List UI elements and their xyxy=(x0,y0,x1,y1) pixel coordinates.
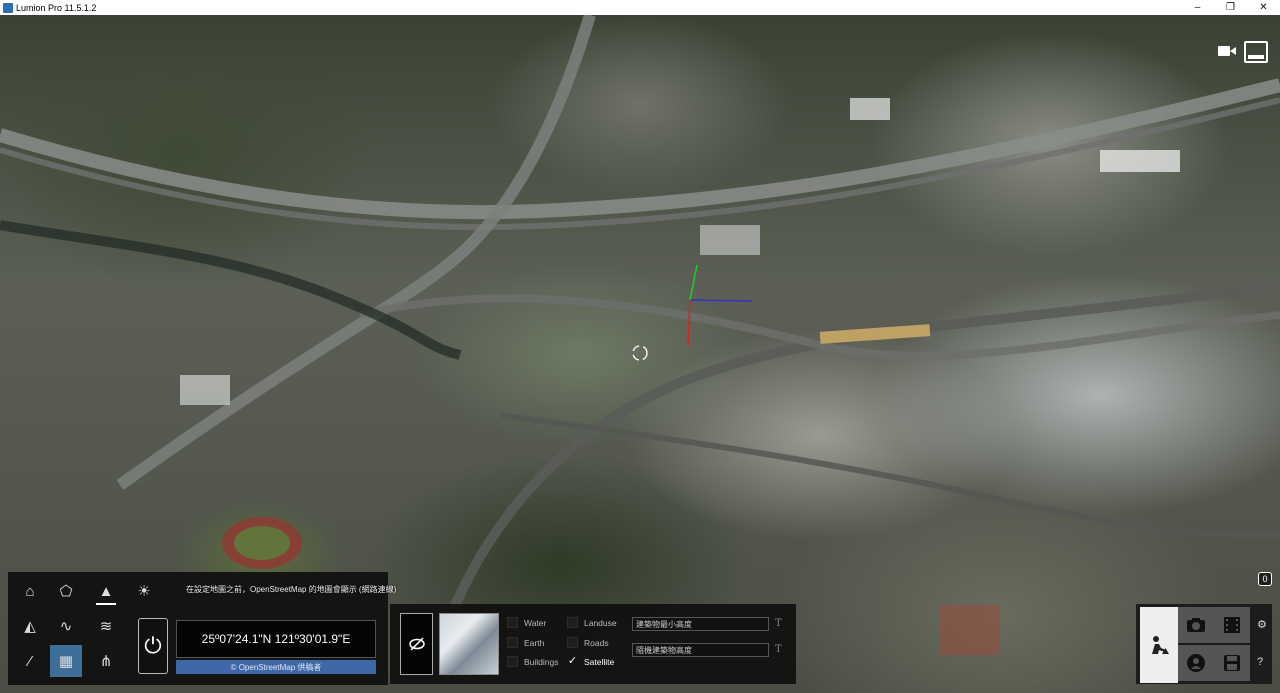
paint-icon[interactable]: ⬠ xyxy=(50,575,82,607)
window-titlebar: Lumion Pro 11.5.1.2 – ❐ ✕ xyxy=(0,0,1280,15)
text-icon[interactable]: T xyxy=(775,618,782,629)
brush-icon[interactable]: ⁄ xyxy=(14,645,46,677)
lumion-app-icon xyxy=(3,2,13,13)
layer-label: Water xyxy=(524,617,547,628)
layers-panel: Water Earth Buildings Landuse Roads ✓ Sat… xyxy=(390,604,796,684)
random-building-height-field[interactable]: 隨機建築物高度 xyxy=(632,643,769,657)
layer-landuse[interactable]: Landuse xyxy=(567,617,617,628)
water-wave-icon[interactable]: ∿ xyxy=(50,610,82,642)
coordinates-field[interactable]: 25º07'24.1"N 121º30'01.9"E xyxy=(176,620,376,658)
camera-icon xyxy=(1187,618,1205,632)
home-icon[interactable]: ⌂ xyxy=(14,575,46,607)
layer-label: Landuse xyxy=(584,617,617,628)
checkbox[interactable] xyxy=(507,656,518,667)
checkbox[interactable] xyxy=(567,637,578,648)
layer-label: Buildings xyxy=(524,656,559,667)
checkmark-icon[interactable]: ✓ xyxy=(567,656,578,667)
ocean-icon[interactable]: ≋ xyxy=(90,610,122,642)
layer-satellite[interactable]: ✓ Satellite xyxy=(567,656,614,667)
layer-label: Roads xyxy=(584,637,609,648)
layer-roads[interactable]: Roads xyxy=(567,637,609,648)
layer-label: Earth xyxy=(524,637,545,648)
openstreetmap-icon[interactable]: ▦ xyxy=(50,645,82,677)
mode-panel: ⚙ ? xyxy=(1136,604,1272,684)
close-button[interactable]: ✕ xyxy=(1247,0,1280,15)
build-mode-button[interactable] xyxy=(1140,607,1178,683)
sun-icon[interactable]: ☀ xyxy=(128,575,160,607)
360-panorama-icon xyxy=(1187,654,1205,672)
mountain-icon[interactable]: ▲ xyxy=(90,575,122,607)
movie-mode-button[interactable] xyxy=(1214,607,1250,643)
window-controls: – ❐ ✕ xyxy=(1181,0,1280,15)
layer-buildings[interactable]: Buildings xyxy=(507,656,559,667)
checkbox[interactable] xyxy=(507,637,518,648)
photo-mode-button[interactable] xyxy=(1178,607,1214,643)
landscape-panel: ⌂ ⬠ ▲ ☀ ◭ ∿ ≋ ⁄ ▦ ⋔ 在設定地圖之前，OpenStreetMa… xyxy=(8,572,396,685)
checkbox[interactable] xyxy=(567,617,578,628)
layer-water[interactable]: Water xyxy=(507,617,546,628)
hide-layers-button[interactable] xyxy=(400,613,433,675)
save-button[interactable] xyxy=(1214,645,1250,681)
terrain-icon[interactable]: ◭ xyxy=(14,610,46,642)
restore-button[interactable]: ❐ xyxy=(1214,0,1247,15)
fullscreen-icon[interactable] xyxy=(1244,41,1268,63)
checkbox[interactable] xyxy=(507,617,518,628)
osm-notice: 在設定地圖之前，OpenStreetMap 的地圖會顯示 (網路連線) xyxy=(186,585,397,594)
layer-earth[interactable]: Earth xyxy=(507,637,544,648)
video-camera-icon[interactable] xyxy=(1218,45,1236,57)
movie-icon xyxy=(1224,617,1240,633)
layer-label: Satellite xyxy=(584,656,615,667)
build-mode-icon xyxy=(1152,636,1169,654)
eye-off-icon xyxy=(408,637,425,651)
save-icon xyxy=(1224,655,1240,671)
text-icon[interactable]: T xyxy=(775,644,782,655)
osm-credit-bar[interactable]: © OpenStreetMap 供稿者 xyxy=(176,660,376,674)
min-building-height-field[interactable]: 建築物最小高度 xyxy=(632,617,769,631)
map-preview-thumbnail[interactable] xyxy=(439,613,499,675)
panorama-mode-button[interactable] xyxy=(1178,645,1214,681)
window-title: Lumion Pro 11.5.1.2 xyxy=(16,2,97,13)
counter-badge[interactable]: 0 xyxy=(1258,572,1272,586)
help-icon[interactable]: ? xyxy=(1257,656,1263,668)
grass-icon[interactable]: ⋔ xyxy=(90,645,122,677)
minimize-button[interactable]: – xyxy=(1181,0,1214,15)
settings-icon[interactable]: ⚙ xyxy=(1257,618,1267,631)
osm-power-button[interactable]: ⏻ xyxy=(138,618,168,674)
